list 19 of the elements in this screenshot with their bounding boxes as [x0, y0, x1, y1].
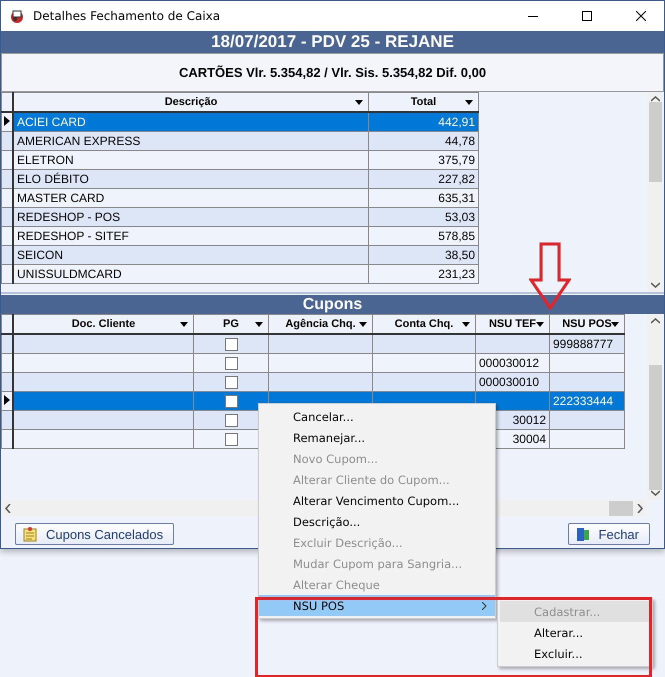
table-cell: 635,31: [368, 188, 478, 208]
header-bar: 18/07/2017 - PDV 25 - REJANE: [1, 31, 664, 53]
table-cell: 442,91: [368, 112, 478, 132]
summary-text: CARTÕES Vlr. 5.354,82 / Vlr. Sis. 5.354,82 Dif. 0,00: [1, 53, 664, 92]
table-cell: 000030012: [479, 356, 540, 370]
table-cell: 227,82: [368, 170, 478, 188]
table-cell: 30012: [512, 413, 546, 427]
table-cell: 375,79: [368, 150, 478, 170]
table-cell: 231,23: [368, 264, 478, 284]
window-title: Detalhes Fechamento de Caixa: [33, 9, 222, 23]
table-cell: 578,85: [368, 226, 478, 246]
section-title: Cupons: [1, 295, 664, 314]
table-cell: 000030010: [479, 375, 540, 389]
table-cell: 53,03: [368, 208, 478, 226]
table-cell: 30004: [512, 432, 546, 446]
table-cell: 222333444: [553, 394, 614, 408]
table-cell: 44,78: [368, 132, 478, 150]
table-cell: 38,50: [368, 246, 478, 264]
table-cell: 999888777: [553, 337, 614, 351]
